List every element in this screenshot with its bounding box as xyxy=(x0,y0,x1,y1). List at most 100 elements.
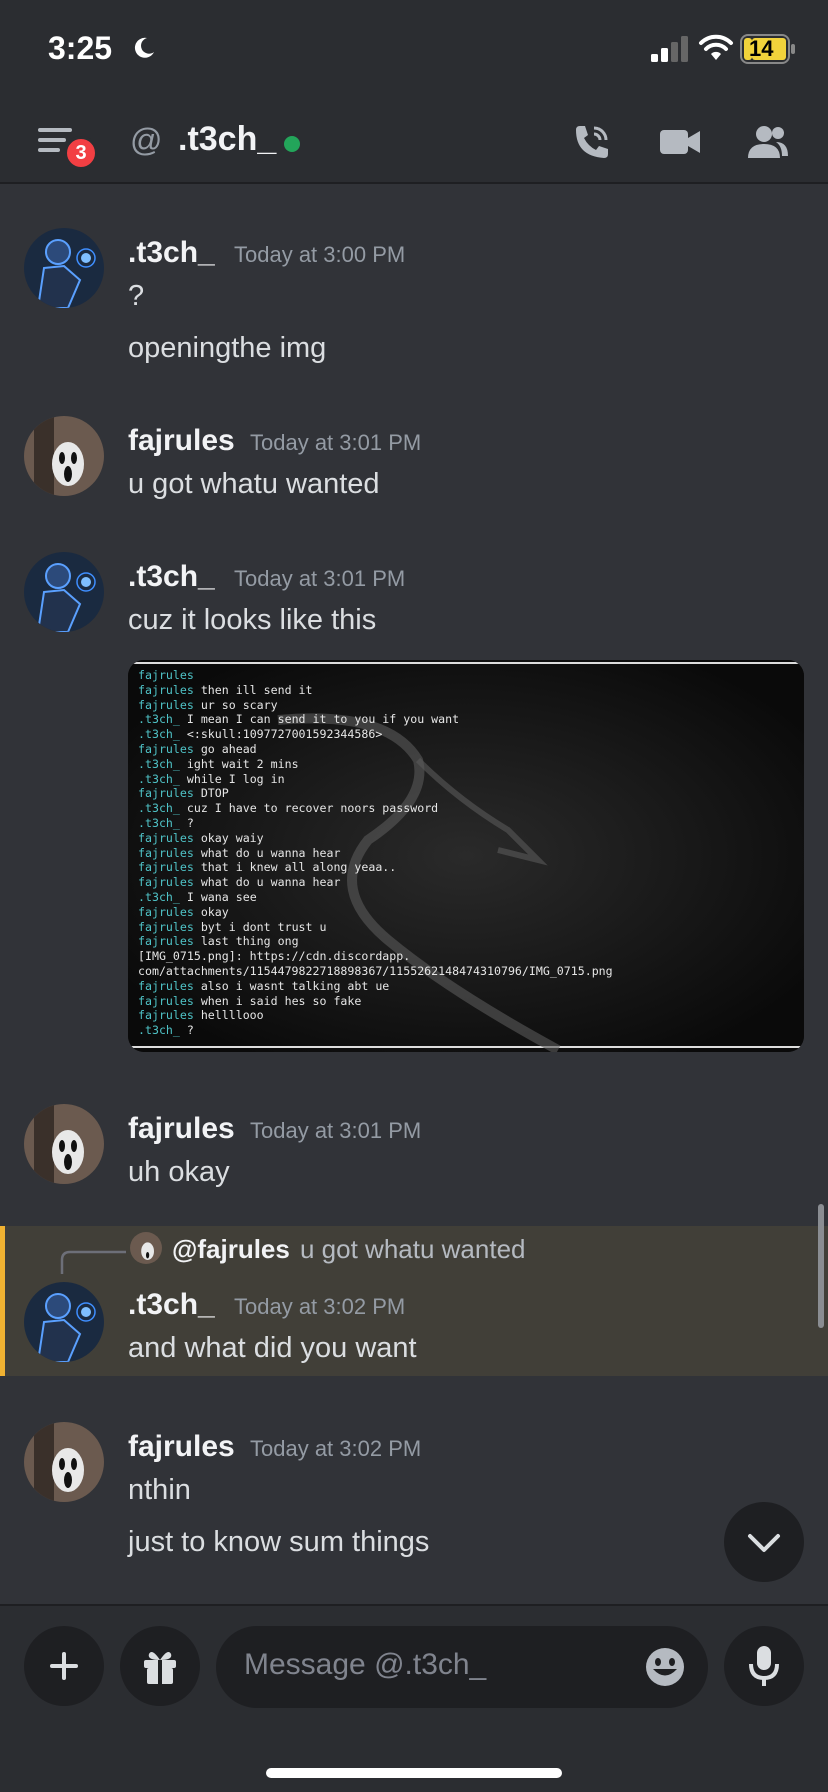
terminal-log: fajrules fajrules then ill send it fajrule… xyxy=(138,668,798,1038)
terminal-line: .t3ch_ I mean I can send it to you if yo… xyxy=(138,712,460,727)
terminal-line: .t3ch_ cuz I have to recover noors passw… xyxy=(138,801,439,816)
reply-avatar xyxy=(130,1232,162,1264)
terminal-line: fajrules go ahead xyxy=(138,741,257,756)
author-name[interactable]: fajrules xyxy=(128,424,235,458)
mic-icon xyxy=(749,1646,779,1686)
gift-button[interactable] xyxy=(120,1626,200,1706)
terminal-username: .t3ch_ xyxy=(138,801,180,816)
gift-icon xyxy=(144,1652,176,1684)
terminal-line: fajrules hellllooo xyxy=(138,1008,264,1023)
terminal-line: fajrules what do u wanna hear xyxy=(138,845,341,860)
timestamp: Today at 3:02 PM xyxy=(250,1436,422,1461)
jump-to-bottom-button[interactable] xyxy=(724,1502,804,1582)
terminal-line: .t3ch_ <:skull:1097727001592344586> xyxy=(138,727,383,742)
terminal-line: fajrules then ill send it xyxy=(138,682,313,697)
avatar[interactable] xyxy=(24,1282,104,1362)
channel-name[interactable]: .t3ch_ xyxy=(178,120,276,159)
terminal-line: fajrules DTOP xyxy=(138,786,229,801)
terminal-line: fajrules what do u wanna hear xyxy=(138,875,341,890)
terminal-username: fajrules xyxy=(138,668,194,682)
terminal-line: [IMG_0715.png]: https://cdn.discordapp. xyxy=(138,949,411,964)
timestamp: Today at 3:01 PM xyxy=(234,566,406,591)
message-text: nthin xyxy=(128,1474,191,1506)
message-input[interactable]: Message @.t3ch_ xyxy=(216,1626,708,1708)
terminal-username: fajrules xyxy=(138,904,194,919)
message-text: and what did you want xyxy=(128,1332,417,1364)
timestamp: Today at 3:01 PM xyxy=(250,430,422,455)
terminal-username: fajrules xyxy=(138,741,194,756)
wifi-icon xyxy=(699,34,733,60)
terminal-line: fajrules byt i dont trust u xyxy=(138,919,327,934)
author-name[interactable]: fajrules xyxy=(128,1430,235,1464)
terminal-username: .t3ch_ xyxy=(138,756,180,771)
message-input-placeholder: Message @.t3ch_ xyxy=(244,1648,487,1681)
timestamp: Today at 3:02 PM xyxy=(234,1294,406,1319)
terminal-line: .t3ch_ ight wait 2 mins xyxy=(138,756,299,771)
terminal-line: fajrules also i wasnt talking abt ue xyxy=(138,978,390,993)
moon-icon xyxy=(134,37,154,58)
message-text: openingthe img xyxy=(128,332,327,364)
avatar[interactable] xyxy=(24,1104,104,1184)
message-text: ? xyxy=(128,280,145,312)
terminal-line: fajrules okay waiy xyxy=(138,830,264,845)
terminal-line: .t3ch_ while I log in xyxy=(138,771,285,786)
terminal-line: fajrules when i said hes so fake xyxy=(138,993,362,1008)
terminal-username: .t3ch_ xyxy=(138,712,180,727)
status-bar: 3:25 14 xyxy=(0,0,828,100)
terminal-username: fajrules xyxy=(138,993,194,1008)
terminal-username: fajrules xyxy=(138,875,194,890)
emoji-icon[interactable] xyxy=(644,1646,686,1688)
terminal-username: fajrules xyxy=(138,830,194,845)
call-icon[interactable] xyxy=(570,122,614,162)
terminal-line: fajrules xyxy=(138,668,798,683)
avatar[interactable] xyxy=(24,1422,104,1502)
avatar[interactable] xyxy=(24,552,104,632)
author-name[interactable]: fajrules xyxy=(128,1112,235,1146)
reply-mention[interactable]: @fajrules xyxy=(172,1234,290,1265)
terminal-line: fajrules that i knew all along yeaa.. xyxy=(138,860,397,875)
terminal-line: fajrules okay xyxy=(138,904,229,919)
terminal-username: .t3ch_ xyxy=(138,727,180,742)
message-text: uh okay xyxy=(128,1156,230,1188)
message-text: just to know sum things xyxy=(128,1526,430,1558)
at-icon: @ xyxy=(130,122,163,158)
home-indicator xyxy=(266,1768,562,1778)
terminal-line: .t3ch_ I wana see xyxy=(138,889,257,904)
status-time: 3:25 xyxy=(48,30,113,66)
author-name[interactable]: .t3ch_ xyxy=(128,236,215,270)
reply-connector xyxy=(60,1250,126,1274)
terminal-line: .t3ch_ ? xyxy=(138,1023,194,1038)
members-icon[interactable] xyxy=(746,122,790,162)
terminal-line: fajrules ur so scary xyxy=(138,697,278,712)
terminal-username: .t3ch_ xyxy=(138,1023,180,1038)
avatar[interactable] xyxy=(24,416,104,496)
terminal-line: .t3ch_ ? xyxy=(138,815,194,830)
terminal-username: fajrules xyxy=(138,978,194,993)
author-name[interactable]: .t3ch_ xyxy=(128,560,215,594)
message-composer: Message @.t3ch_ xyxy=(0,1604,828,1792)
chevron-down-icon xyxy=(748,1534,780,1552)
image-attachment[interactable]: fajrules fajrules then ill send it fajrule… xyxy=(128,660,804,1052)
unread-badge: 3 xyxy=(64,136,98,170)
voice-message-button[interactable] xyxy=(724,1626,804,1706)
video-icon[interactable] xyxy=(658,122,702,162)
online-status-dot xyxy=(284,136,300,152)
terminal-username: fajrules xyxy=(138,697,194,712)
terminal-username: fajrules xyxy=(138,919,194,934)
avatar[interactable] xyxy=(24,228,104,308)
terminal-username: fajrules xyxy=(138,860,194,875)
plus-icon xyxy=(50,1652,78,1680)
author-name[interactable]: .t3ch_ xyxy=(128,1288,215,1322)
signal-icon xyxy=(651,36,688,62)
terminal-username: .t3ch_ xyxy=(138,889,180,904)
message-text: cuz it looks like this xyxy=(128,604,377,636)
dm-header: 3 @ .t3ch_ xyxy=(0,100,828,184)
terminal-username: fajrules xyxy=(138,1008,194,1023)
terminal-username: fajrules xyxy=(138,934,194,949)
timestamp: Today at 3:01 PM xyxy=(250,1118,422,1143)
battery-level: 14 xyxy=(749,36,774,61)
terminal-username: fajrules xyxy=(138,682,194,697)
scrollbar[interactable] xyxy=(818,1204,824,1328)
add-attachment-button[interactable] xyxy=(24,1626,104,1706)
reply-preview-text[interactable]: u got whatu wanted xyxy=(300,1234,526,1265)
